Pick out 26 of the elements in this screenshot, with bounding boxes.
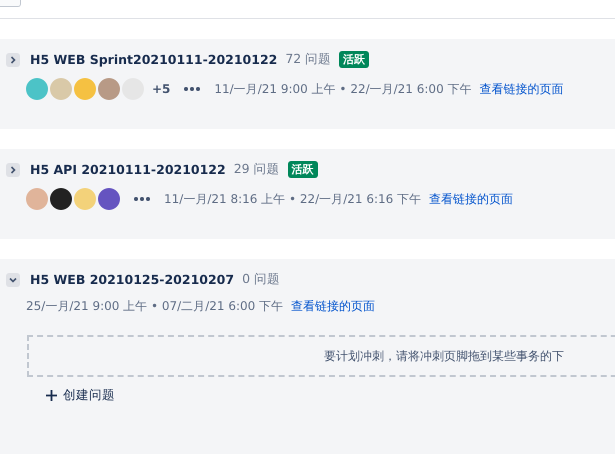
expand-toggle[interactable] xyxy=(6,162,20,176)
linked-pages-link[interactable]: 查看链接的页面 xyxy=(291,298,376,315)
issue-count: 72 问题 xyxy=(285,51,332,68)
linked-pages-link[interactable]: 查看链接的页面 xyxy=(429,190,514,208)
expand-toggle[interactable] xyxy=(6,52,20,66)
drop-hint: 要计划冲刺，请将冲刺页脚拖到某些事务的下 xyxy=(324,348,564,364)
more-avatars-count[interactable]: +5 xyxy=(152,82,170,96)
sprint-dates: 11/一月/21 8:16 上午 • 22/一月/21 6:16 下午 xyxy=(164,190,422,208)
create-issue-button[interactable]: 创建问题 xyxy=(46,387,115,404)
button-edge[interactable] xyxy=(0,0,21,7)
expand-toggle[interactable] xyxy=(6,272,20,286)
status-badge: 活跃 xyxy=(288,161,318,178)
sprint-dates: 11/一月/21 9:00 上午 • 22/一月/21 6:00 下午 xyxy=(214,80,472,98)
chevron-icon xyxy=(9,276,17,284)
issue-count: 29 问题 xyxy=(234,161,280,178)
issue-count: 0 问题 xyxy=(242,271,280,288)
sprint-title: H5 WEB 20210125-20210207 xyxy=(30,272,234,287)
sprint-dates: 25/一月/21 9:00 上午 • 07/二月/21 6:00 下午 xyxy=(26,298,284,315)
chevron-icon xyxy=(9,56,17,64)
avatar[interactable] xyxy=(50,188,72,210)
linked-pages-link[interactable]: 查看链接的页面 xyxy=(480,80,564,98)
sprint-title: H5 WEB Sprint20210111-20210122 xyxy=(30,52,278,67)
chevron-icon xyxy=(9,166,17,174)
plus-icon xyxy=(46,390,57,401)
sprint-title: H5 API 20210111-20210122 xyxy=(30,162,226,177)
status-badge: 活跃 xyxy=(339,51,370,68)
